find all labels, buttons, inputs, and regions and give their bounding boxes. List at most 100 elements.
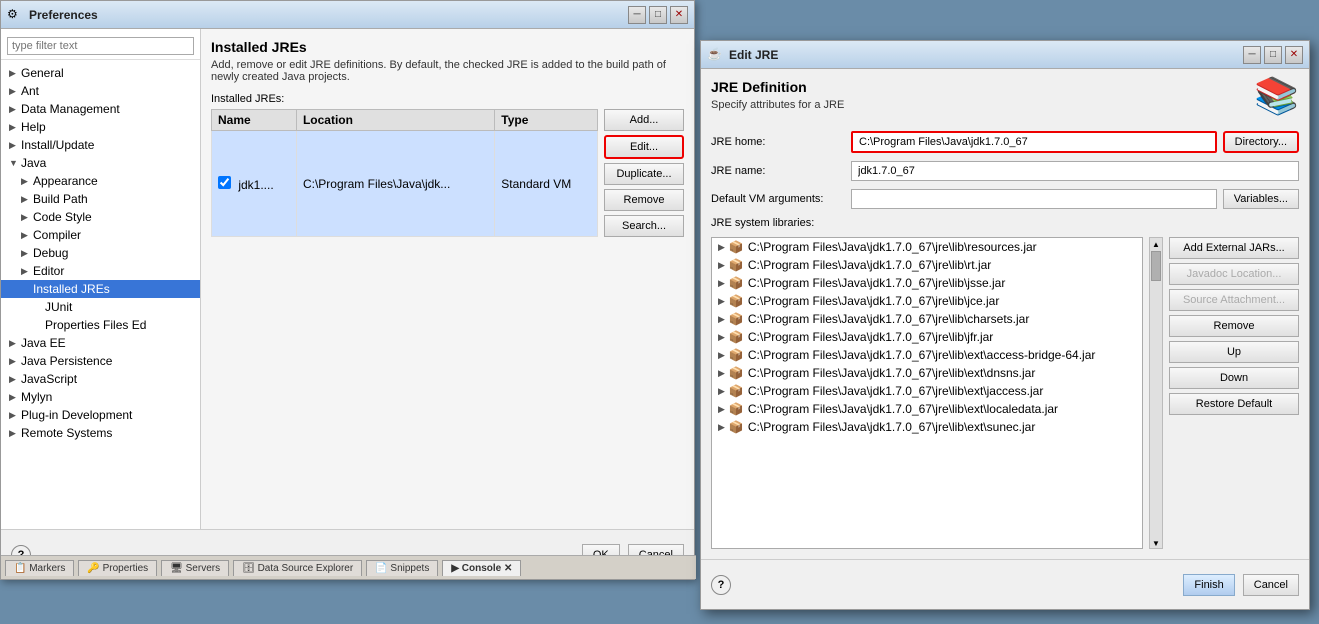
edit-jre-restore-btn[interactable]: □ — [1264, 46, 1282, 64]
tree-arrow-compiler: ▶ — [21, 230, 33, 241]
sidebar-item-compiler[interactable]: ▶Compiler — [1, 226, 200, 244]
finish-button[interactable]: Finish — [1183, 574, 1234, 596]
tab-servers[interactable]: 🖥 Servers — [161, 560, 229, 576]
tree-arrow-appearance: ▶ — [21, 176, 33, 187]
sidebar-item-remote-systems[interactable]: ▶Remote Systems — [1, 424, 200, 442]
lib-arrow: ▶ — [718, 422, 725, 433]
edit-button[interactable]: Edit... — [604, 135, 684, 159]
taskbar: 📋 Markers 🔑 Properties 🖥 Servers 🗄 Data … — [1, 555, 696, 579]
sidebar-item-mylyn[interactable]: ▶Mylyn — [1, 388, 200, 406]
sidebar-item-java[interactable]: ▼Java — [1, 154, 200, 172]
installed-label: Installed JREs: — [211, 93, 684, 105]
list-item[interactable]: ▶📦C:\Program Files\Java\jdk1.7.0_67\jre\… — [712, 256, 1142, 274]
list-item[interactable]: ▶📦C:\Program Files\Java\jdk1.7.0_67\jre\… — [712, 346, 1142, 364]
jre-side-buttons: Add... Edit... Duplicate... Remove Searc… — [604, 109, 684, 237]
tree-label-build-path: Build Path — [33, 192, 88, 206]
preferences-minimize-btn[interactable]: ─ — [628, 6, 646, 24]
sidebar-item-install-update[interactable]: ▶Install/Update — [1, 136, 200, 154]
tree-label-properties-files: Properties Files Ed — [45, 318, 146, 332]
javadoc-button[interactable]: Javadoc Location... — [1169, 263, 1299, 285]
sidebar-item-properties-files[interactable]: Properties Files Ed — [1, 316, 200, 334]
jar-icon: 📦 — [729, 294, 744, 308]
lib-arrow: ▶ — [718, 350, 725, 361]
tree-label-editor: Editor — [33, 264, 64, 278]
tab-snippets[interactable]: 📄 Snippets — [366, 560, 438, 576]
list-item[interactable]: ▶📦C:\Program Files\Java\jdk1.7.0_67\jre\… — [712, 400, 1142, 418]
list-item[interactable]: ▶📦C:\Program Files\Java\jdk1.7.0_67\jre\… — [712, 292, 1142, 310]
directory-button[interactable]: Directory... — [1223, 131, 1299, 153]
list-item[interactable]: ▶📦C:\Program Files\Java\jdk1.7.0_67\jre\… — [712, 364, 1142, 382]
edit-jre-minimize-btn[interactable]: ─ — [1243, 46, 1261, 64]
tree-label-compiler: Compiler — [33, 228, 81, 242]
lib-path: C:\Program Files\Java\jdk1.7.0_67\jre\li… — [748, 348, 1095, 362]
tree-arrow-debug: ▶ — [21, 248, 33, 259]
tab-datasource[interactable]: 🗄 Data Source Explorer — [233, 560, 362, 576]
restore-button[interactable]: Restore Default — [1169, 393, 1299, 415]
sidebar-item-debug[interactable]: ▶Debug — [1, 244, 200, 262]
sidebar-item-appearance[interactable]: ▶Appearance — [1, 172, 200, 190]
filter-input[interactable] — [7, 37, 194, 55]
edit-help-icon[interactable]: ? — [711, 575, 731, 595]
variables-button[interactable]: Variables... — [1223, 189, 1299, 209]
sidebar-item-installed-jres[interactable]: Installed JREs — [1, 280, 200, 298]
jar-icon: 📦 — [729, 330, 744, 344]
search-button[interactable]: Search... — [604, 215, 684, 237]
preferences-title: Preferences — [29, 8, 628, 22]
list-item[interactable]: ▶📦C:\Program Files\Java\jdk1.7.0_67\jre\… — [712, 310, 1142, 328]
lib-path: C:\Program Files\Java\jdk1.7.0_67\jre\li… — [748, 258, 991, 272]
tree-label-help: Help — [21, 120, 46, 134]
preferences-maximize-btn[interactable]: □ — [649, 6, 667, 24]
default-vm-input[interactable] — [851, 189, 1217, 209]
lib-remove-button[interactable]: Remove — [1169, 315, 1299, 337]
tree-label-general: General — [21, 66, 64, 80]
remove-button[interactable]: Remove — [604, 189, 684, 211]
jre-books-icon: 📚 — [1254, 75, 1299, 117]
lib-arrow: ▶ — [718, 386, 725, 397]
edit-jre-close-btn[interactable]: ✕ — [1285, 46, 1303, 64]
lib-scrollbar[interactable]: ▲ ▼ — [1149, 237, 1163, 549]
lib-path: C:\Program Files\Java\jdk1.7.0_67\jre\li… — [748, 384, 1043, 398]
down-button[interactable]: Down — [1169, 367, 1299, 389]
list-item[interactable]: ▶📦C:\Program Files\Java\jdk1.7.0_67\jre\… — [712, 238, 1142, 256]
jre-home-input[interactable] — [851, 131, 1217, 153]
preferences-close-btn[interactable]: ✕ — [670, 6, 688, 24]
sidebar-item-editor[interactable]: ▶Editor — [1, 262, 200, 280]
duplicate-button[interactable]: Duplicate... — [604, 163, 684, 185]
tab-console[interactable]: ▶ Console ✕ — [442, 560, 521, 576]
sidebar-item-java-persistence[interactable]: ▶Java Persistence — [1, 352, 200, 370]
panel-title: Installed JREs — [211, 39, 684, 55]
sidebar-item-data-management[interactable]: ▶Data Management — [1, 100, 200, 118]
table-row[interactable]: jdk1.... C:\Program Files\Java\jdk... St… — [212, 131, 598, 237]
sidebar-item-plug-in-development[interactable]: ▶Plug-in Development — [1, 406, 200, 424]
edit-cancel-button[interactable]: Cancel — [1243, 574, 1299, 596]
jar-icon: 📦 — [729, 312, 744, 326]
add-button[interactable]: Add... — [604, 109, 684, 131]
edit-jre-controls: ─ □ ✕ — [1243, 46, 1303, 64]
sidebar-item-javascript[interactable]: ▶JavaScript — [1, 370, 200, 388]
filter-area — [1, 33, 200, 60]
tree-label-java-ee: Java EE — [21, 336, 66, 350]
sidebar-item-ant[interactable]: ▶Ant — [1, 82, 200, 100]
jar-icon: 📦 — [729, 402, 744, 416]
add-external-button[interactable]: Add External JARs... — [1169, 237, 1299, 259]
default-vm-row: Default VM arguments: Variables... — [711, 189, 1299, 209]
list-item[interactable]: ▶📦C:\Program Files\Java\jdk1.7.0_67\jre\… — [712, 328, 1142, 346]
jre-def-title: JRE Definition — [711, 79, 1254, 95]
jre-name-input[interactable] — [851, 161, 1299, 181]
list-item[interactable]: ▶📦C:\Program Files\Java\jdk1.7.0_67\jre\… — [712, 418, 1142, 436]
sidebar-item-code-style[interactable]: ▶Code Style — [1, 208, 200, 226]
tree-label-java-persistence: Java Persistence — [21, 354, 112, 368]
list-item[interactable]: ▶📦C:\Program Files\Java\jdk1.7.0_67\jre\… — [712, 382, 1142, 400]
sidebar-item-junit[interactable]: JUnit — [1, 298, 200, 316]
list-item[interactable]: ▶📦C:\Program Files\Java\jdk1.7.0_67\jre\… — [712, 274, 1142, 292]
up-button[interactable]: Up — [1169, 341, 1299, 363]
tab-properties[interactable]: 🔑 Properties — [78, 560, 157, 576]
jre-checkbox[interactable] — [218, 176, 231, 189]
sidebar-item-help[interactable]: ▶Help — [1, 118, 200, 136]
source-button[interactable]: Source Attachment... — [1169, 289, 1299, 311]
tab-markers[interactable]: 📋 Markers — [5, 560, 74, 576]
sidebar-item-build-path[interactable]: ▶Build Path — [1, 190, 200, 208]
sidebar-item-general[interactable]: ▶General — [1, 64, 200, 82]
tree-label-install-update: Install/Update — [21, 138, 94, 152]
sidebar-item-java-ee[interactable]: ▶Java EE — [1, 334, 200, 352]
